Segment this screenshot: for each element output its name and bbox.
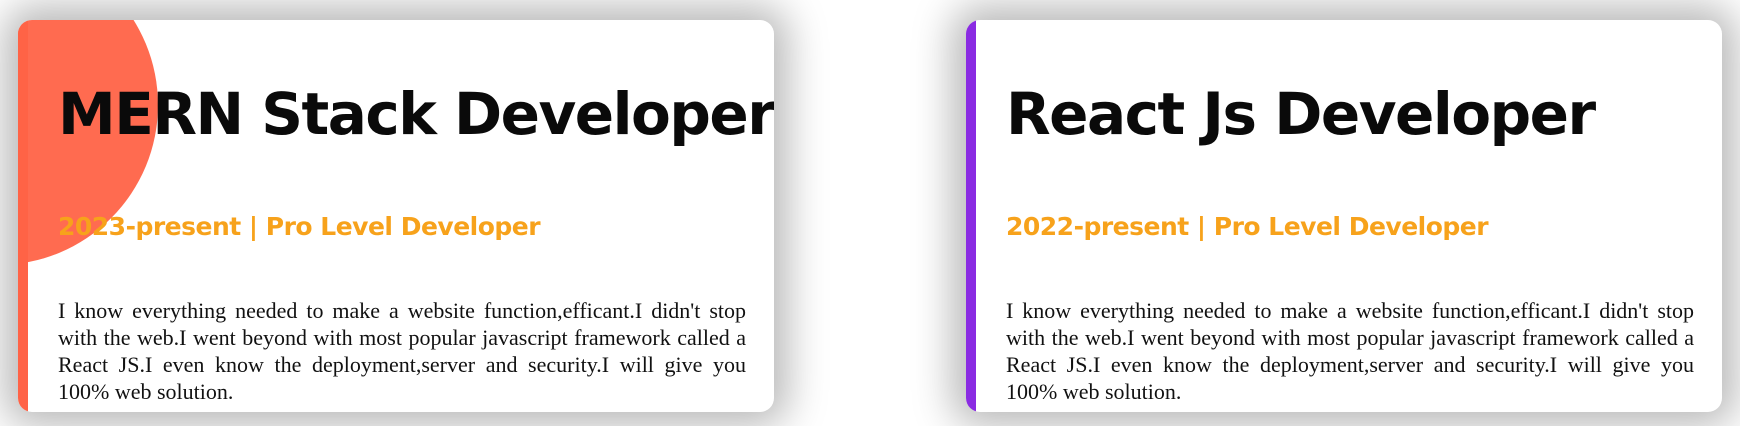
card-subtitle: 2023-present | Pro Level Developer: [58, 212, 541, 241]
experience-card-react: React Js Developer 2022-present | Pro Le…: [966, 20, 1722, 412]
card-description: I know everything needed to make a websi…: [1006, 298, 1694, 404]
card-subtitle: 2022-present | Pro Level Developer: [1006, 212, 1489, 241]
card-accent-bar: [966, 20, 976, 412]
card-title: React Js Developer: [1006, 80, 1596, 148]
card-description: I know everything needed to make a websi…: [58, 298, 746, 404]
experience-card-mern: MERN Stack Developer 2023-present | Pro …: [18, 20, 774, 412]
card-title: MERN Stack Developer: [58, 80, 774, 148]
